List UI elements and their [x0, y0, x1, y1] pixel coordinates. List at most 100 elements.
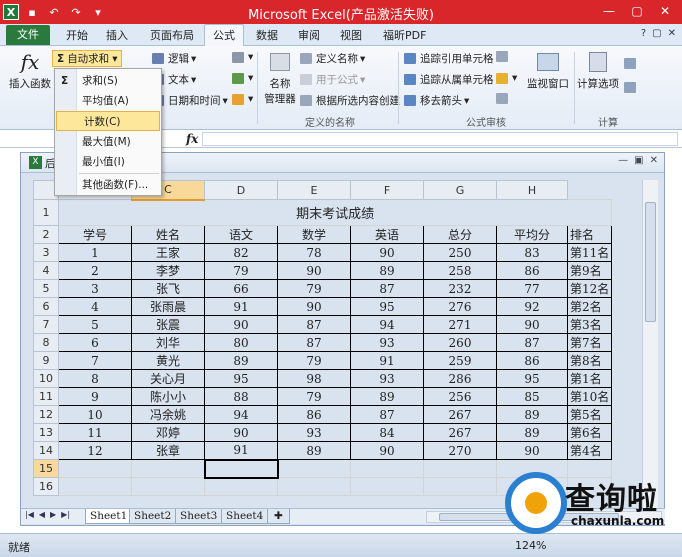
data-cell[interactable]: 7: [58, 351, 132, 370]
data-cell[interactable]: 6: [58, 333, 132, 352]
data-cell[interactable]: 9: [58, 387, 132, 406]
data-cell[interactable]: 78: [277, 243, 351, 262]
empty-cell[interactable]: [350, 477, 424, 496]
row-header[interactable]: 11: [33, 387, 59, 406]
header-cell[interactable]: 语文: [204, 225, 278, 244]
ribbon-close-icon[interactable]: ✕: [668, 28, 676, 39]
header-cell[interactable]: 数学: [277, 225, 351, 244]
column-header-d[interactable]: D: [204, 180, 278, 200]
data-cell[interactable]: 93: [350, 369, 424, 388]
data-cell[interactable]: 79: [204, 261, 278, 280]
error-checking-button[interactable]: ▾: [496, 72, 517, 84]
tab-home[interactable]: 开始: [66, 27, 88, 43]
calc-options-button[interactable]: 计算选项: [576, 50, 620, 91]
prev-sheet-icon[interactable]: ◀: [39, 510, 45, 519]
first-sheet-icon[interactable]: |◀: [25, 510, 34, 519]
data-cell[interactable]: 80: [204, 333, 278, 352]
data-cell[interactable]: 第7名: [566, 333, 613, 352]
empty-cell[interactable]: [277, 477, 351, 496]
header-cell[interactable]: 英语: [350, 225, 424, 244]
data-cell[interactable]: 286: [423, 369, 497, 388]
column-header-e[interactable]: E: [277, 180, 351, 200]
data-cell[interactable]: 79: [277, 351, 351, 370]
use-in-formula-button[interactable]: 用于公式 ▾: [300, 72, 365, 87]
empty-cell[interactable]: [58, 459, 132, 478]
data-cell[interactable]: 91: [350, 351, 424, 370]
insert-sheet-icon[interactable]: ✚: [267, 509, 290, 524]
data-cell[interactable]: 89: [496, 405, 568, 424]
data-cell[interactable]: 第1名: [566, 369, 613, 388]
data-cell[interactable]: 270: [423, 441, 497, 460]
data-cell[interactable]: 89: [350, 261, 424, 280]
data-cell[interactable]: 张震: [131, 315, 205, 334]
row-header[interactable]: 16: [33, 477, 59, 496]
formula-input[interactable]: [202, 132, 678, 146]
data-cell[interactable]: 87: [277, 315, 351, 334]
column-header-f[interactable]: F: [350, 180, 424, 200]
workbook-close-button[interactable]: ✕: [650, 155, 658, 166]
header-cell[interactable]: 总分: [423, 225, 497, 244]
data-cell[interactable]: 4: [58, 297, 132, 316]
data-cell[interactable]: 98: [277, 369, 351, 388]
empty-cell[interactable]: [58, 477, 132, 496]
last-sheet-icon[interactable]: ▶|: [61, 510, 70, 519]
row-header[interactable]: 4: [33, 261, 59, 280]
workbook-minimize-button[interactable]: —: [618, 155, 628, 166]
menu-item-min[interactable]: 最小值(I): [55, 152, 161, 172]
data-cell[interactable]: 94: [204, 405, 278, 424]
data-cell[interactable]: 第5名: [566, 405, 613, 424]
tab-insert[interactable]: 插入: [106, 27, 128, 43]
workbook-restore-button[interactable]: ▣: [634, 155, 643, 166]
data-cell[interactable]: 267: [423, 423, 497, 442]
empty-cell[interactable]: [350, 459, 424, 478]
data-cell[interactable]: 82: [204, 243, 278, 262]
empty-cell[interactable]: [423, 477, 497, 496]
data-cell[interactable]: 李梦: [131, 261, 205, 280]
data-cell[interactable]: 93: [350, 333, 424, 352]
data-cell[interactable]: 95: [496, 369, 568, 388]
row-header[interactable]: 5: [33, 279, 59, 298]
data-cell[interactable]: 第11名: [566, 243, 613, 262]
fx-icon[interactable]: fx: [186, 132, 198, 146]
data-cell[interactable]: 90: [204, 315, 278, 334]
data-cell[interactable]: 66: [204, 279, 278, 298]
data-cell[interactable]: 第10名: [566, 387, 613, 406]
row-header[interactable]: 14: [33, 441, 59, 460]
row-header[interactable]: 13: [33, 423, 59, 442]
data-cell[interactable]: 第3名: [566, 315, 613, 334]
data-cell[interactable]: 89: [350, 387, 424, 406]
data-cell[interactable]: 83: [496, 243, 568, 262]
tab-review[interactable]: 审阅: [298, 27, 320, 43]
tab-view[interactable]: 视图: [340, 27, 362, 43]
empty-cell[interactable]: [131, 459, 205, 478]
data-cell[interactable]: 第4名: [566, 441, 613, 460]
row-header[interactable]: 7: [33, 315, 59, 334]
ribbon-minimize-icon[interactable]: ▢: [652, 28, 661, 39]
row-header[interactable]: 12: [33, 405, 59, 424]
empty-cell[interactable]: [277, 459, 351, 478]
row-header[interactable]: 10: [33, 369, 59, 388]
data-cell[interactable]: 250: [423, 243, 497, 262]
sheet-title-cell[interactable]: 期末考试成绩: [57, 199, 613, 226]
insert-function-button[interactable]: fx 插入函数: [8, 50, 52, 91]
sheet-tab-1[interactable]: Sheet1: [85, 509, 133, 524]
data-cell[interactable]: 267: [423, 405, 497, 424]
tab-foxit-pdf[interactable]: 福昕PDF: [383, 27, 426, 43]
maximize-button[interactable]: ▢: [624, 2, 650, 20]
data-cell[interactable]: 271: [423, 315, 497, 334]
header-cell[interactable]: 姓名: [131, 225, 205, 244]
data-cell[interactable]: 95: [350, 297, 424, 316]
empty-cell[interactable]: [131, 477, 205, 496]
row-header[interactable]: 1: [33, 199, 59, 226]
data-cell[interactable]: 256: [423, 387, 497, 406]
row-header[interactable]: 8: [33, 333, 59, 352]
menu-item-count[interactable]: 计数(C): [56, 111, 160, 131]
data-cell[interactable]: 89: [277, 441, 351, 460]
column-header-g[interactable]: G: [423, 180, 497, 200]
data-cell[interactable]: 86: [496, 351, 568, 370]
data-cell[interactable]: 90: [277, 261, 351, 280]
show-formulas-button[interactable]: [496, 51, 510, 62]
more-functions-button[interactable]: ▾: [232, 93, 253, 105]
data-cell[interactable]: 1: [58, 243, 132, 262]
trace-dependents-button[interactable]: 追踪从属单元格: [404, 72, 494, 87]
